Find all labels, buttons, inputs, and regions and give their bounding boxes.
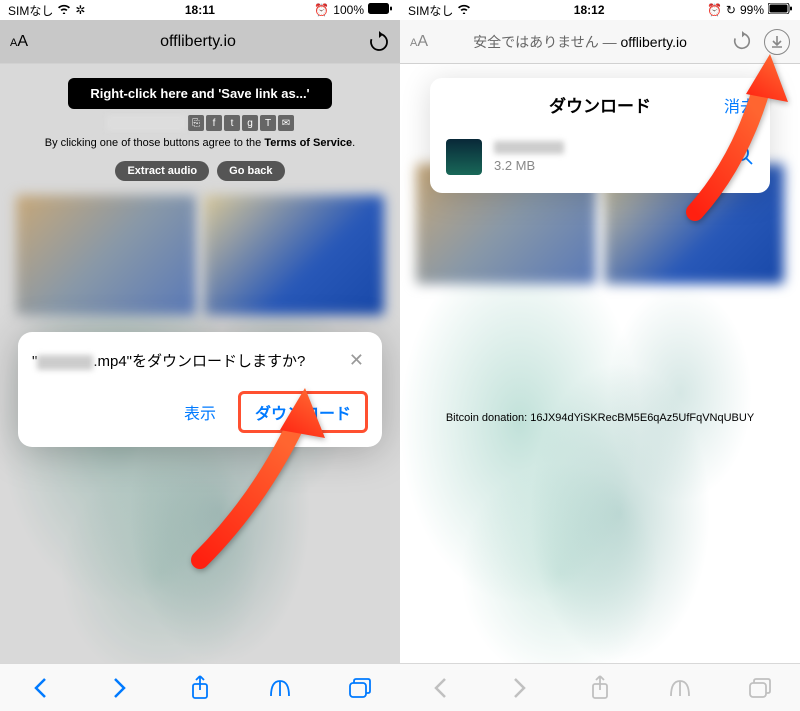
blurred-filename xyxy=(37,355,93,370)
reload-icon[interactable] xyxy=(732,31,754,53)
url-display[interactable]: 安全ではありません — offliberty.io xyxy=(438,32,722,52)
wifi-icon xyxy=(457,3,471,17)
alarm-icon: ⏰ xyxy=(314,3,329,17)
browser-nav-bar: AA offliberty.io xyxy=(0,20,400,64)
left-screenshot: SIMなし ✲ 18:11 ⏰ 100% AA offliberty.io Ri… xyxy=(0,0,400,711)
bookmarks-icon[interactable] xyxy=(667,675,693,701)
show-button[interactable]: 表示 xyxy=(184,400,216,424)
text-size-button[interactable]: AA xyxy=(410,33,428,51)
blurred-filename xyxy=(494,141,564,154)
social-row: ⎘ f t g T ✉ xyxy=(0,115,400,131)
carrier-text: SIMなし xyxy=(408,2,453,19)
download-button[interactable]: ダウンロード xyxy=(238,391,368,433)
tabs-icon[interactable] xyxy=(747,675,773,701)
page-content: Right-click here and 'Save link as...' ⎘… xyxy=(0,64,400,663)
downloads-title: ダウンロード xyxy=(549,92,651,117)
status-bar: SIMなし 18:12 ⏰ ↻ 99% xyxy=(400,0,800,20)
battery-icon xyxy=(368,3,392,17)
download-dialog: ".mp4"をダウンロードしますか? ✕ 表示 ダウンロード xyxy=(18,332,382,447)
social-icon[interactable]: ⎘ xyxy=(188,115,204,131)
back-icon[interactable] xyxy=(427,675,453,701)
download-thumbnail xyxy=(446,139,482,175)
ad-banner[interactable] xyxy=(204,195,384,315)
share-icon[interactable] xyxy=(187,675,213,701)
status-bar: SIMなし ✲ 18:11 ⏰ 100% xyxy=(0,0,400,20)
clock: 18:11 xyxy=(185,3,215,17)
battery-percent: 100% xyxy=(333,3,364,17)
back-icon[interactable] xyxy=(27,675,53,701)
text-size-button[interactable]: AA xyxy=(10,33,28,51)
right-screenshot: SIMなし 18:12 ⏰ ↻ 99% AA 安全ではありません — offli… xyxy=(400,0,800,711)
mail-icon[interactable]: ✉ xyxy=(278,115,294,131)
browser-toolbar xyxy=(400,663,800,711)
downloads-button[interactable] xyxy=(764,29,790,55)
clock: 18:12 xyxy=(574,3,605,17)
clear-downloads-button[interactable]: 消去 xyxy=(724,93,756,117)
download-size: 3.2 MB xyxy=(494,158,720,173)
bookmarks-icon[interactable] xyxy=(267,675,293,701)
browser-nav-bar: AA 安全ではありません — offliberty.io xyxy=(400,20,800,64)
extract-audio-button[interactable]: Extract audio xyxy=(115,161,209,181)
reload-icon[interactable] xyxy=(368,31,390,53)
facebook-icon[interactable]: f xyxy=(206,115,222,131)
tos-text: By clicking one of those buttons agree t… xyxy=(0,137,400,149)
wifi-icon xyxy=(57,3,71,17)
ad-banner[interactable] xyxy=(16,195,196,315)
twitter-icon[interactable]: t xyxy=(224,115,240,131)
downloads-panel: ダウンロード 消去 3.2 MB xyxy=(430,78,770,193)
forward-icon[interactable] xyxy=(107,675,133,701)
browser-toolbar xyxy=(0,663,400,711)
dialog-message: ".mp4"をダウンロードしますか? xyxy=(32,350,345,371)
rotation-lock-icon: ↻ xyxy=(726,3,736,17)
search-icon[interactable] xyxy=(732,144,754,171)
tumblr-icon[interactable]: T xyxy=(260,115,276,131)
google-icon[interactable]: g xyxy=(242,115,258,131)
page-content: ダウンロード 消去 3.2 MB FIRST TIME HERE?! Bette… xyxy=(400,64,800,663)
go-back-button[interactable]: Go back xyxy=(217,161,284,181)
share-icon[interactable] xyxy=(587,675,613,701)
loading-icon: ✲ xyxy=(75,3,85,17)
battery-percent: 99% xyxy=(740,3,764,17)
forward-icon[interactable] xyxy=(507,675,533,701)
battery-icon xyxy=(768,3,792,17)
carrier-text: SIMなし xyxy=(8,2,53,19)
close-icon[interactable]: ✕ xyxy=(345,350,368,371)
alarm-icon: ⏰ xyxy=(707,3,722,17)
url-display[interactable]: offliberty.io xyxy=(38,33,358,51)
bitcoin-donation-text: Bitcoin donation: 16JX94dYiSKRecBM5E6qAz… xyxy=(400,412,800,424)
blurred-text xyxy=(106,115,186,131)
save-link-button[interactable]: Right-click here and 'Save link as...' xyxy=(68,78,331,109)
tabs-icon[interactable] xyxy=(347,675,373,701)
download-item[interactable]: 3.2 MB xyxy=(430,131,770,183)
